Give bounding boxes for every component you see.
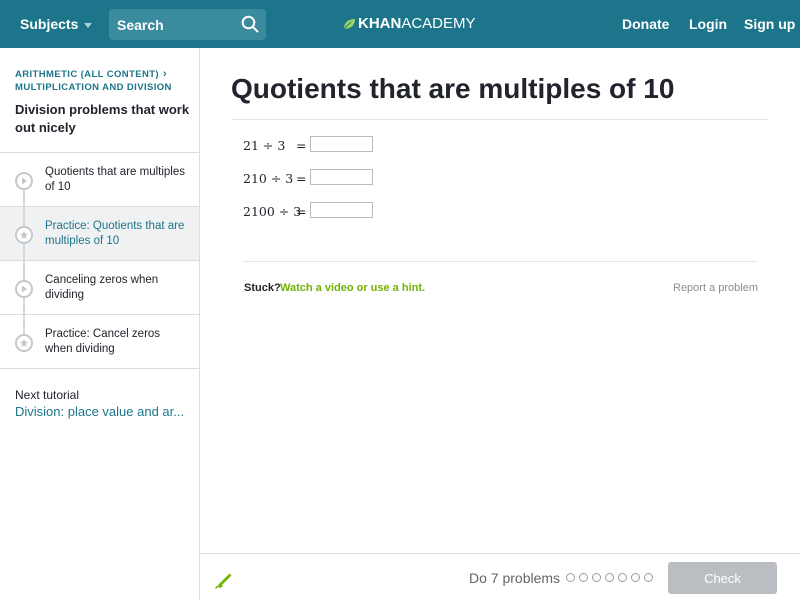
answer-input[interactable]: [310, 136, 373, 152]
progress-dot: [631, 573, 640, 582]
sidebar-item-quotients-video[interactable]: Quotients that are multiples of 10: [0, 153, 199, 207]
star-icon: [15, 226, 33, 244]
breadcrumb-link-arithmetic[interactable]: ARITHMETIC (ALL CONTENT) ›: [15, 68, 172, 81]
caret-down-icon: [84, 22, 93, 28]
logo-text-bold: KHAN: [358, 15, 402, 32]
title-divider: [231, 119, 769, 120]
play-icon: [15, 172, 33, 190]
page-title: Quotients that are multiples of 10: [231, 73, 675, 104]
progress-dot: [644, 573, 653, 582]
sidebar-item-canceling-zeros-video[interactable]: Canceling zeros when dividing: [0, 261, 199, 315]
stuck-label: Stuck?: [244, 282, 281, 294]
sidebar-item-label: Quotients that are multiples of 10: [45, 166, 185, 193]
progress-dot: [605, 573, 614, 582]
subjects-label: Subjects: [20, 16, 79, 32]
khan-academy-logo[interactable]: KHAN ACADEMY: [342, 15, 476, 32]
check-answer-button[interactable]: Check: [668, 562, 777, 594]
donate-link[interactable]: Donate: [622, 16, 669, 32]
tutorial-title: Division problems that work out nicely: [15, 102, 190, 135]
problem-expression: 210 ÷ 3: [243, 171, 294, 186]
chevron-right-icon: ›: [163, 68, 168, 80]
leaf-icon: [343, 18, 355, 29]
breadcrumb: ARITHMETIC (ALL CONTENT) › MULTIPLICATION…: [15, 68, 172, 94]
play-icon: [15, 280, 33, 298]
equals-sign: =: [296, 204, 307, 219]
scratchpad-pencil-icon[interactable]: [214, 570, 234, 590]
progress-dot: [618, 573, 627, 582]
next-tutorial-label: Next tutorial: [15, 388, 80, 402]
connector-line: [23, 190, 25, 207]
search-input[interactable]: [109, 9, 234, 40]
sidebar-item-label: Practice: Cancel zeros when dividing: [45, 328, 161, 355]
exercise-footer: Do 7 problems Check: [200, 553, 800, 600]
progress-dot: [566, 573, 575, 582]
search-box: [109, 9, 266, 40]
connector-line: [23, 315, 25, 334]
answer-input[interactable]: [310, 202, 373, 218]
watch-video-or-hint-link[interactable]: Watch a video or use a hint.: [280, 282, 425, 294]
progress-dot: [579, 573, 588, 582]
signup-link[interactable]: Sign up: [744, 16, 795, 32]
next-tutorial-link[interactable]: Division: place value and ar...: [15, 404, 184, 419]
breadcrumb-link-multiplication-division[interactable]: MULTIPLICATION AND DIVISION: [15, 81, 172, 94]
report-problem-link[interactable]: Report a problem: [673, 282, 758, 294]
answer-input[interactable]: [310, 169, 373, 185]
star-icon: [15, 334, 33, 352]
subjects-menu-button[interactable]: Subjects: [20, 16, 93, 32]
equals-sign: =: [296, 138, 307, 153]
logo-text-light: ACADEMY: [401, 15, 476, 32]
tutorial-item-list: Quotients that are multiples of 10 Pract…: [0, 152, 199, 369]
top-nav-bar: Subjects KHANACADEMY Donate Login Sign u…: [0, 0, 800, 48]
progress-dots: [566, 573, 657, 582]
sidebar-item-quotients-practice[interactable]: Practice: Quotients that are multiples o…: [0, 207, 199, 261]
equals-sign: =: [296, 171, 307, 186]
problem-count-label: Do 7 problems: [469, 570, 561, 586]
sidebar-item-label: Canceling zeros when dividing: [45, 274, 159, 301]
hint-divider: [243, 261, 757, 262]
search-icon[interactable]: [241, 15, 259, 33]
progress-dot: [592, 573, 601, 582]
problem-expression: 21 ÷ 3: [243, 138, 286, 153]
login-link[interactable]: Login: [689, 16, 727, 32]
problem-expression: 2100 ÷ 3: [243, 204, 302, 219]
tutorial-sidebar: ARITHMETIC (ALL CONTENT) › MULTIPLICATION…: [0, 48, 200, 600]
sidebar-item-cancel-zeros-practice[interactable]: Practice: Cancel zeros when dividing: [0, 315, 199, 369]
sidebar-item-label: Practice: Quotients that are multiples o…: [45, 220, 185, 247]
